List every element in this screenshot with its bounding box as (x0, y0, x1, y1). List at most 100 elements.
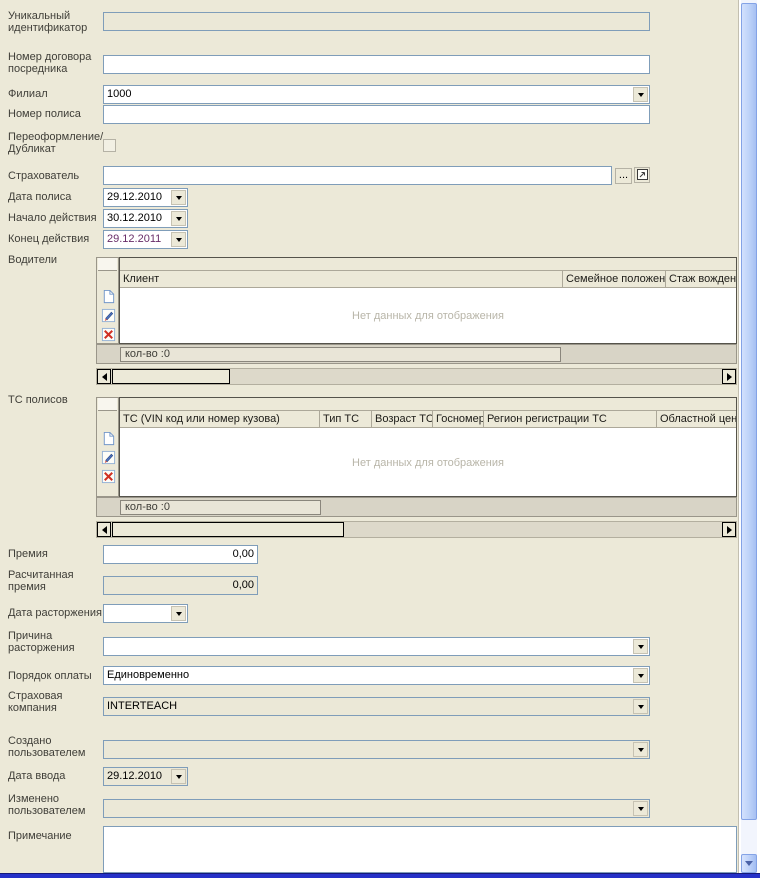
drivers-section-label: Водители (8, 254, 103, 266)
vehicles-empty-text: Нет данных для отображения (352, 457, 504, 469)
vehicles-grid-corner (98, 398, 117, 411)
intermediary-contract-label: Номер договора посредника (8, 51, 103, 75)
drivers-count-bar: кол-во :0 (96, 344, 737, 364)
delete-record-icon (101, 327, 116, 342)
calculated-premium-input: 0,00 (103, 576, 258, 595)
insurance-company-value: INTERTEACH (107, 698, 631, 715)
scroll-right-button[interactable] (722, 522, 736, 537)
open-in-new-icon (637, 169, 648, 180)
chevron-down-icon[interactable] (171, 232, 186, 247)
chevron-down-icon[interactable] (633, 639, 648, 654)
branch-select[interactable]: 1000 (103, 85, 650, 104)
insured-open-button[interactable] (634, 167, 650, 183)
chevron-down-icon[interactable] (633, 668, 648, 683)
column-header-plate-number[interactable]: Госномер (433, 411, 484, 428)
chevron-down-icon[interactable] (171, 769, 186, 784)
column-header-driving-experience[interactable]: Стаж вождения (666, 271, 736, 288)
policy-number-label: Номер полиса (8, 108, 103, 120)
drivers-count: кол-во :0 (120, 347, 561, 362)
start-date-select[interactable]: 30.12.2010 (103, 209, 188, 228)
end-date-label: Конец действия (8, 233, 103, 245)
vehicles-grid[interactable]: ТС (VIN код или номер кузова) Тип ТС Воз… (119, 397, 737, 497)
delete-record-icon (101, 469, 116, 484)
window-bottom-border (0, 873, 760, 878)
modified-by-select (103, 799, 650, 818)
vehicles-count-bar: кол-во :0 (96, 497, 737, 517)
drivers-empty-text: Нет данных для отображения (352, 310, 504, 322)
modified-by-label: Изменено пользователем (8, 793, 103, 817)
insured-input[interactable] (103, 166, 612, 185)
scroll-left-button[interactable] (97, 369, 111, 384)
column-header-registration-region[interactable]: Регион регистрации ТС (484, 411, 657, 428)
payment-order-label: Порядок оплаты (8, 670, 103, 682)
vscroll-thumb[interactable] (741, 3, 757, 820)
chevron-down-icon[interactable] (633, 742, 648, 757)
drivers-grid[interactable]: Клиент Семейное положение Стаж вождения … (119, 257, 737, 344)
chevron-down-icon[interactable] (171, 190, 186, 205)
edit-record-icon (101, 308, 116, 323)
chevron-down-icon[interactable] (171, 211, 186, 226)
entry-date-select: 29.12.2010 (103, 767, 188, 786)
vehicles-grid-header: ТС (VIN код или номер кузова) Тип ТС Воз… (120, 411, 736, 428)
drivers-hscrollbar[interactable] (96, 368, 737, 385)
branch-label: Филиал (8, 88, 103, 100)
premium-input[interactable]: 0,00 (103, 545, 258, 564)
column-header-vehicle-age[interactable]: Возраст ТС (372, 411, 433, 428)
unique-identifier-input (103, 12, 650, 31)
created-by-label: Создано пользователем (8, 735, 103, 759)
column-header-vehicle-type[interactable]: Тип ТС (320, 411, 372, 428)
column-header-regional-center[interactable]: Областной центр (657, 411, 736, 428)
start-date-label: Начало действия (8, 212, 103, 224)
policy-date-value: 29.12.2010 (107, 189, 169, 206)
chevron-down-icon[interactable] (633, 801, 648, 816)
policy-form-page: Уникальный идентификатор Номер договора … (0, 0, 760, 878)
column-header-vin[interactable]: ТС (VIN код или номер кузова) (120, 411, 320, 428)
termination-reason-select[interactable] (103, 637, 650, 656)
entry-date-value: 29.12.2010 (107, 768, 169, 785)
vehicles-hscrollbar[interactable] (96, 521, 737, 538)
page-vscrollbar[interactable] (741, 0, 757, 873)
drivers-edit-button[interactable] (100, 307, 117, 324)
chevron-down-icon[interactable] (633, 87, 648, 102)
chevron-down-icon[interactable] (633, 699, 648, 714)
vehicles-count: кол-во :0 (120, 500, 321, 515)
drivers-add-button[interactable] (100, 288, 117, 305)
intermediary-contract-input[interactable] (103, 55, 650, 74)
policy-number-input[interactable] (103, 105, 650, 124)
termination-date-label: Дата расторжения (8, 607, 103, 619)
new-document-icon (101, 431, 116, 446)
insured-label: Страхователь (8, 170, 103, 182)
vehicles-grid-body: Нет данных для отображения (120, 429, 736, 496)
note-label: Примечание (8, 830, 103, 842)
arrow-left-icon (102, 526, 107, 534)
drivers-group-band (120, 258, 736, 271)
scroll-right-button[interactable] (722, 369, 736, 384)
vehicles-edit-button[interactable] (100, 449, 117, 466)
drivers-hscroll-thumb[interactable] (112, 369, 230, 384)
column-header-client[interactable]: Клиент (120, 271, 563, 288)
end-date-select[interactable]: 29.12.2011 (103, 230, 188, 249)
unique-identifier-label: Уникальный идентификатор (8, 10, 103, 34)
policy-date-label: Дата полиса (8, 191, 103, 203)
policy-date-select[interactable]: 29.12.2010 (103, 188, 188, 207)
vehicles-delete-button[interactable] (100, 468, 117, 485)
vehicles-hscroll-thumb[interactable] (112, 522, 344, 537)
start-date-value: 30.12.2010 (107, 210, 169, 227)
insurance-company-select: INTERTEACH (103, 697, 650, 716)
vehicles-group-band (120, 398, 736, 411)
scroll-left-button[interactable] (97, 522, 111, 537)
drivers-delete-button[interactable] (100, 326, 117, 343)
arrow-right-icon (727, 526, 732, 534)
vehicles-add-button[interactable] (100, 430, 117, 447)
entry-date-label: Дата ввода (8, 770, 103, 782)
edit-record-icon (101, 450, 116, 465)
payment-order-select[interactable]: Единовременно (103, 666, 650, 685)
insured-browse-button[interactable]: ... (615, 168, 632, 184)
scroll-down-button[interactable] (741, 854, 757, 873)
note-textarea[interactable] (103, 826, 737, 873)
termination-date-select[interactable] (103, 604, 188, 623)
chevron-down-icon[interactable] (171, 606, 186, 621)
column-header-marital-status[interactable]: Семейное положение (563, 271, 666, 288)
reissue-duplicate-checkbox[interactable] (103, 139, 116, 152)
new-document-icon (101, 289, 116, 304)
